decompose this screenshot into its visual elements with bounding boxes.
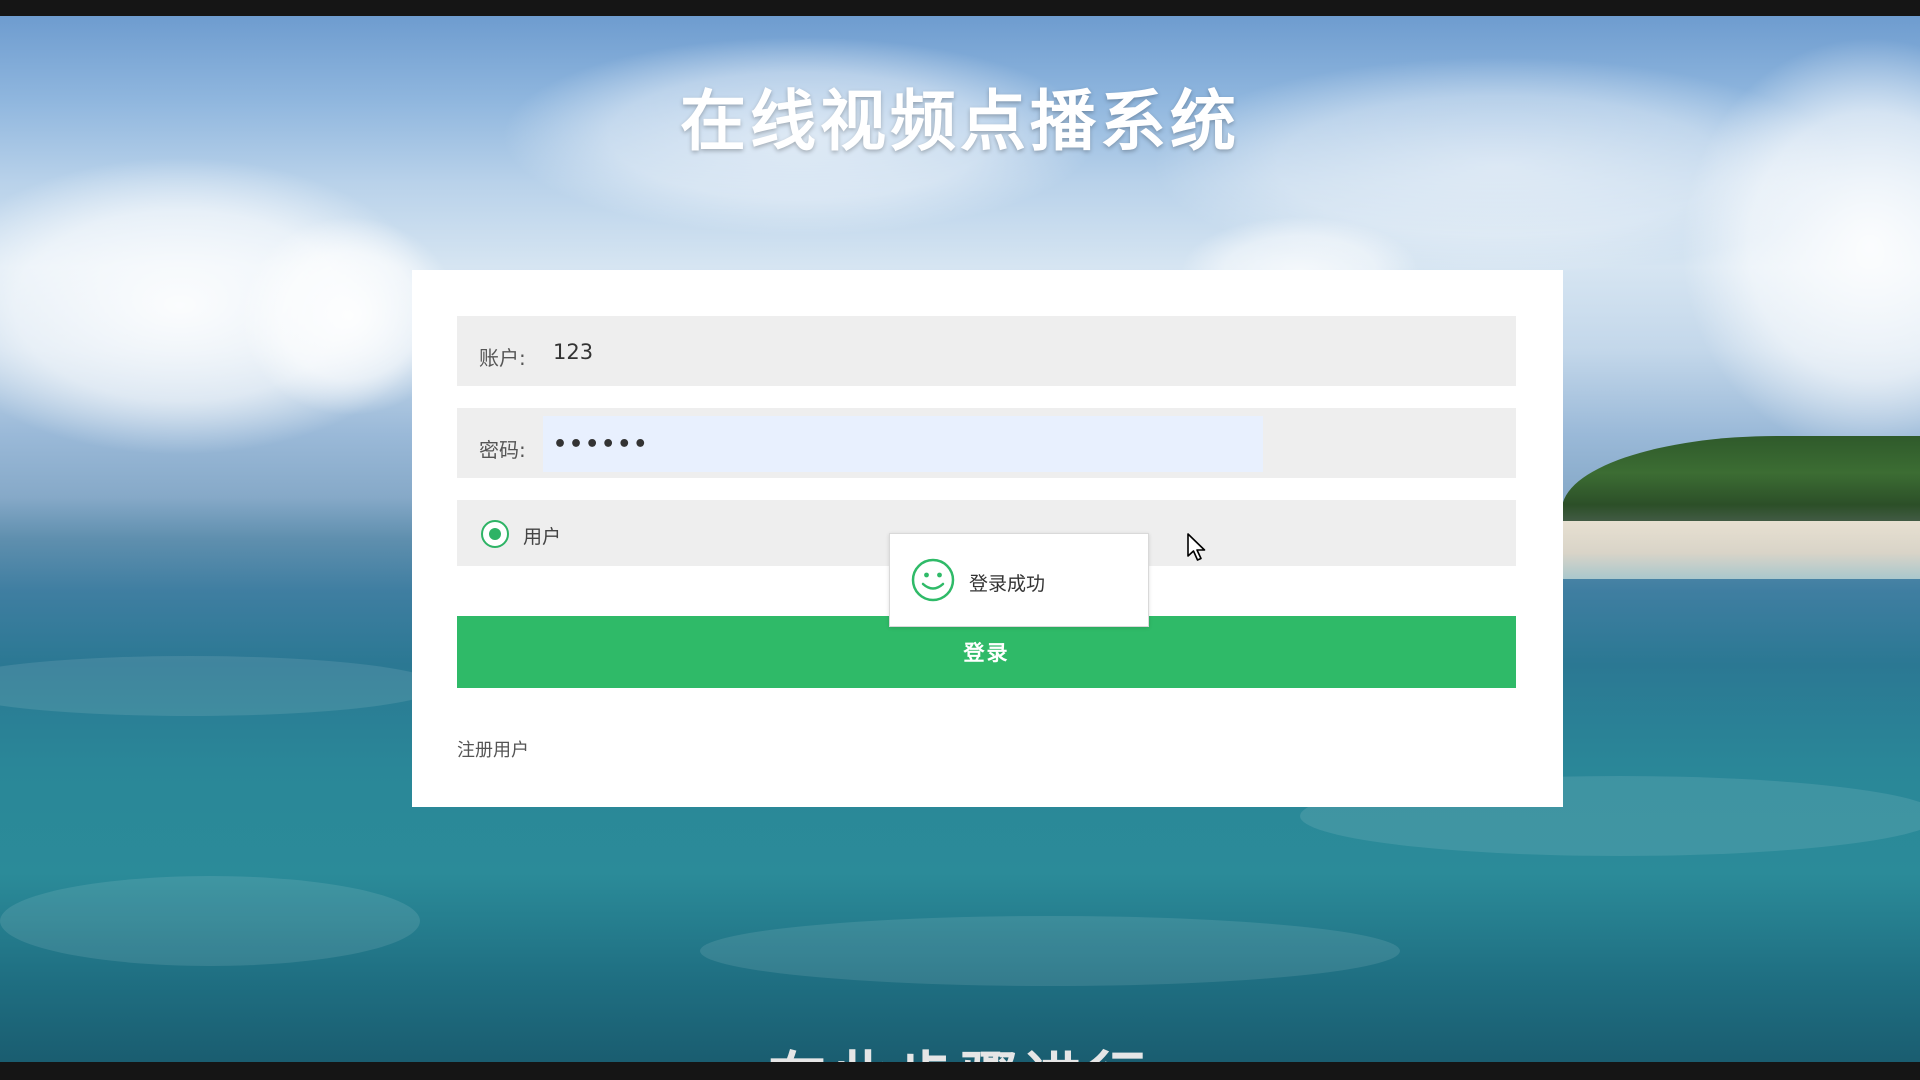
account-field-row: 账户: bbox=[457, 316, 1516, 386]
user-role-label[interactable]: 用户 bbox=[523, 522, 561, 549]
account-input[interactable] bbox=[543, 324, 1503, 380]
tree-island bbox=[1562, 436, 1920, 528]
video-subtitle: 在此步骤进行 bbox=[0, 1032, 1920, 1062]
password-label: 密码: bbox=[479, 438, 526, 462]
smile-icon bbox=[911, 558, 955, 602]
water-ripple bbox=[0, 876, 420, 966]
video-letterbox-top bbox=[0, 0, 1920, 16]
password-input[interactable] bbox=[543, 416, 1263, 472]
mouse-cursor-icon bbox=[1187, 533, 1206, 561]
user-role-radio[interactable] bbox=[481, 520, 509, 548]
toast-message: 登录成功 bbox=[969, 573, 1046, 595]
video-subtitle-clip: 在此步骤进行 bbox=[0, 1032, 1920, 1062]
water-ripple bbox=[700, 916, 1400, 986]
sandy-beach bbox=[1562, 521, 1920, 579]
app-title: 在线视频点播系统 bbox=[680, 83, 1240, 160]
account-label: 账户: bbox=[479, 346, 526, 370]
password-field-row: 密码: bbox=[457, 408, 1516, 478]
water-ripple bbox=[0, 656, 440, 716]
register-user-link[interactable]: 注册用户 bbox=[457, 736, 529, 762]
login-success-toast: 登录成功 bbox=[889, 533, 1149, 627]
video-letterbox-bottom bbox=[0, 1062, 1920, 1080]
